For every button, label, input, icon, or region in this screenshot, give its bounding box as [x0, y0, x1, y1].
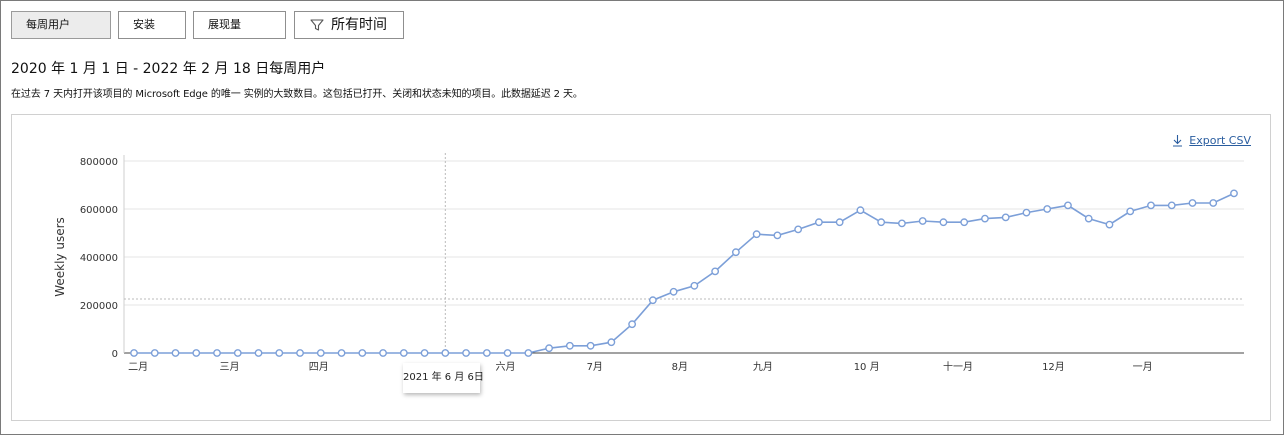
data-point [420, 349, 429, 357]
tab-weekly-users[interactable]: 每周用户 [11, 11, 111, 39]
data-point [607, 338, 616, 347]
data-point [482, 349, 491, 357]
data-point [711, 267, 720, 276]
data-point [752, 230, 761, 239]
data-point [1105, 220, 1114, 229]
data-point [1126, 207, 1135, 216]
x-tick-label: 8月 [672, 361, 688, 373]
y-tick-label: 400000 [80, 253, 118, 264]
weekly-users-line-chart: 0 200000 400000 600000 800000 Weekly users 二月 三… [53, 153, 1244, 373]
chart-panel: Export CSV 0 200000 400000 600000 800000 Week… [11, 114, 1271, 421]
data-point [275, 349, 284, 357]
filter-label: 所有时间 [331, 17, 387, 33]
data-point [1084, 214, 1093, 223]
data-point [337, 349, 346, 357]
filter-icon [310, 19, 324, 31]
data-point [1064, 201, 1072, 210]
data-point [815, 218, 823, 227]
data-point [835, 218, 844, 227]
page-title: 2020 年 1 月 1 日 - 2022 年 2 月 18 日每周用户 [11, 61, 326, 77]
data-point [628, 320, 637, 329]
series-line [134, 192, 1235, 354]
data-point [441, 349, 450, 357]
x-tick-label: 一月 [1133, 361, 1153, 373]
data-point [794, 225, 803, 234]
data-point [731, 248, 740, 257]
data-point [669, 287, 678, 296]
data-point [586, 341, 595, 350]
data-point [1147, 201, 1155, 210]
x-tick-label: 四月 [309, 361, 329, 373]
data-point [358, 349, 367, 357]
data-point [565, 341, 574, 350]
data-point [981, 214, 989, 223]
data-point [856, 206, 865, 215]
data-point [939, 218, 948, 227]
x-tick-label: 九月 [753, 361, 773, 373]
data-point [316, 349, 325, 357]
data-point [130, 349, 138, 357]
data-point [233, 349, 242, 357]
data-point [171, 349, 180, 357]
data-point [1188, 199, 1197, 207]
data-point [150, 349, 159, 357]
data-point [296, 349, 304, 357]
data-point [1230, 189, 1238, 198]
data-point [877, 218, 886, 227]
data-point [1043, 205, 1052, 213]
date-filter-button[interactable]: 所有时间 [294, 11, 404, 39]
data-point [648, 296, 657, 305]
y-tick-label: 200000 [80, 301, 118, 312]
x-tick-label: 7月 [587, 361, 603, 373]
y-tick-label: 0 [112, 349, 118, 360]
data-point [379, 349, 387, 357]
data-point [1022, 208, 1031, 217]
x-tick-label: 12月 [1042, 361, 1065, 373]
data-point [399, 349, 408, 357]
data-point [213, 349, 221, 357]
tab-installs[interactable]: 安装 [118, 11, 186, 39]
data-point [690, 281, 699, 290]
data-point [773, 231, 782, 240]
x-tick-label: 10 月 [854, 361, 880, 373]
x-tick-label: 三月 [219, 361, 239, 373]
description-text: 在过去 7 天内打开该项目的 Microsoft Edge 的唯一 实例的大致数… [11, 89, 583, 100]
data-point [503, 349, 512, 357]
data-point [192, 349, 201, 357]
hover-tooltip: 2021 年 6 月 6日 [403, 363, 484, 393]
data-point [1167, 201, 1176, 210]
x-tick-label: 六月 [496, 361, 516, 373]
data-point [898, 219, 906, 228]
data-point [960, 218, 969, 227]
data-point [524, 349, 533, 357]
x-tick-label: 二月 [128, 361, 148, 373]
tab-impressions[interactable]: 展现量 [193, 11, 286, 39]
x-tick-label: 十一月 [943, 360, 973, 373]
y-axis-label: Weekly users [53, 217, 67, 297]
data-point [918, 217, 927, 225]
data-point [1001, 213, 1010, 222]
data-point [545, 344, 553, 353]
y-tick-label: 800000 [80, 157, 118, 168]
y-tick-label: 600000 [80, 205, 118, 216]
data-point [1209, 199, 1218, 207]
data-point [462, 349, 470, 357]
data-point [254, 349, 263, 357]
